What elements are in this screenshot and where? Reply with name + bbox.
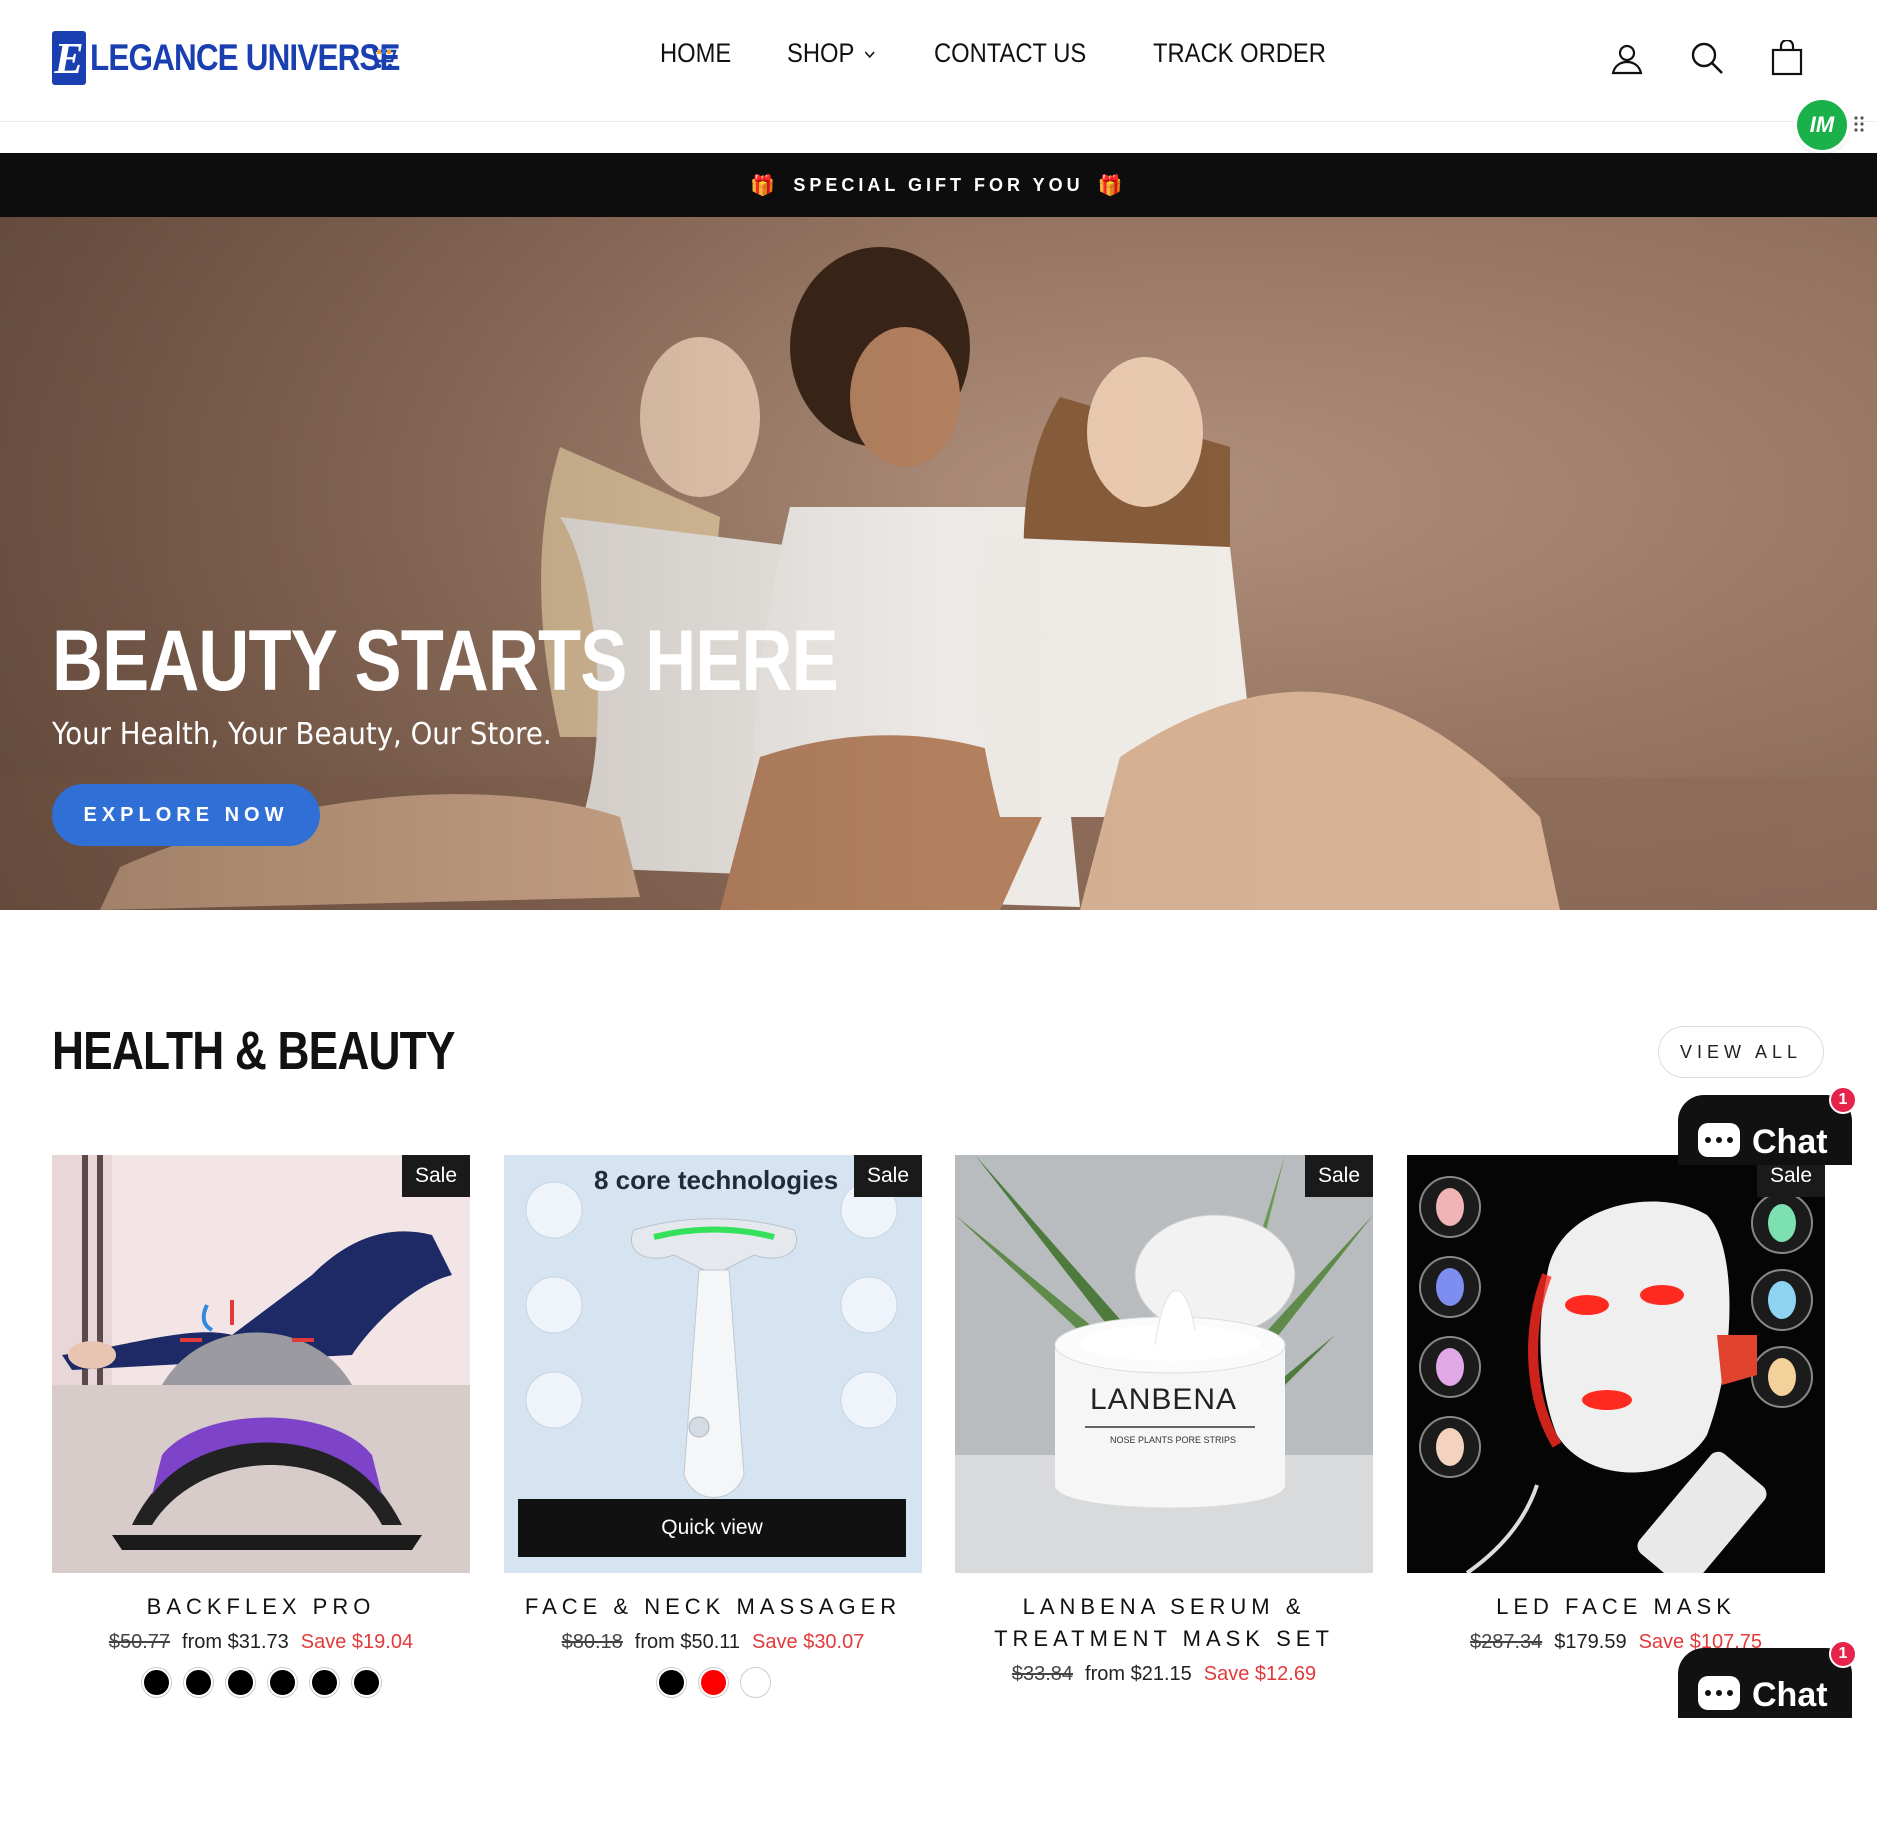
logo-mark: E	[52, 31, 86, 85]
header-icons	[1609, 40, 1805, 76]
jar-subtext: NOSE PLANTS PORE STRIPS	[1110, 1435, 1237, 1445]
explore-now-button[interactable]: EXPLORE NOW	[52, 784, 320, 846]
nav-home[interactable]: HOME	[660, 38, 731, 69]
chat-label: Chat	[1752, 1676, 1828, 1714]
led-mask-image	[1407, 1155, 1825, 1573]
product-name[interactable]: BACKFLEX PRO	[52, 1591, 470, 1623]
color-swatches	[504, 1668, 922, 1697]
nav-track-order[interactable]: TRACK ORDER	[1153, 38, 1326, 69]
chat-button[interactable]: Chat	[1678, 1648, 1852, 1718]
drag-handle-icon[interactable]	[1853, 113, 1865, 135]
announcement-text: SPECIAL GIFT FOR YOU	[793, 174, 1084, 195]
product-image[interactable]: 8 core technologies Sale Quick view	[504, 1155, 922, 1573]
save-amount: Save $12.69	[1203, 1663, 1317, 1685]
site-header: E LEGANCE UNIVERSE HOME SHOP CONTACT US …	[0, 0, 1877, 122]
logo-text: LEGANCE UNIVERSE	[90, 37, 401, 78]
nav-shop[interactable]: SHOP	[787, 38, 875, 69]
product-price: $33.84 from $21.15 Save $12.69	[955, 1663, 1373, 1686]
chat-unread-badge: 1	[1829, 1086, 1857, 1114]
product-name[interactable]: LANBENA SERUM & TREATMENT MASK SET	[955, 1591, 1373, 1655]
product-name[interactable]: LED FACE MASK	[1407, 1591, 1825, 1623]
color-swatch[interactable]	[351, 1668, 381, 1697]
jar-brand: LANBENA	[1090, 1383, 1238, 1416]
chat-button[interactable]: Chat	[1678, 1095, 1852, 1165]
sale-price: from $21.15	[1085, 1663, 1192, 1685]
color-swatch[interactable]	[267, 1668, 297, 1697]
im-app-badge[interactable]: IM	[1797, 100, 1847, 150]
site-logo[interactable]: E LEGANCE UNIVERSE	[52, 30, 454, 86]
color-swatch[interactable]	[225, 1668, 255, 1697]
color-swatch[interactable]	[141, 1668, 171, 1697]
product-card[interactable]: Sale BACKFLEX PRO $50.77 from $31.73 Save …	[52, 1155, 470, 1697]
color-swatch[interactable]	[183, 1668, 213, 1697]
original-price: $287.34	[1469, 1631, 1543, 1653]
backflex-image	[52, 1155, 470, 1573]
color-swatch[interactable]	[656, 1668, 686, 1697]
hero-title: BEAUTY STARTS HERE	[52, 613, 839, 709]
section-title: HEALTH & BEAUTY	[52, 1021, 455, 1081]
announcement-bar[interactable]: 🎁 SPECIAL GIFT FOR YOU 🎁	[0, 153, 1877, 217]
hero-subtitle: Your Health, Your Beauty, Our Store.	[52, 717, 552, 752]
product-image[interactable]: Sale	[1407, 1155, 1825, 1573]
logo-cart-icon	[368, 45, 397, 69]
original-price: $50.77	[108, 1631, 171, 1653]
cart-icon[interactable]	[1769, 40, 1805, 76]
image-heading: 8 core technologies	[594, 1165, 839, 1195]
original-price: $80.18	[561, 1631, 623, 1653]
sale-badge: Sale	[853, 1155, 922, 1197]
product-image[interactable]: Sale	[52, 1155, 470, 1573]
color-swatch[interactable]	[740, 1668, 770, 1697]
chat-icon	[1698, 1123, 1740, 1157]
product-price: $50.77 from $31.73 Save $19.04	[52, 1631, 470, 1654]
color-swatch[interactable]	[309, 1668, 339, 1697]
color-swatch[interactable]	[698, 1668, 728, 1697]
original-price: $33.84	[1011, 1663, 1074, 1685]
sale-badge: Sale	[1304, 1155, 1373, 1197]
product-price: $80.18 from $50.11 Save $30.07	[504, 1631, 922, 1654]
chevron-down-icon	[864, 50, 875, 58]
view-all-button[interactable]: VIEW ALL	[1658, 1026, 1824, 1078]
lanbena-image	[955, 1155, 1373, 1573]
product-name[interactable]: FACE & NECK MASSAGER	[504, 1591, 922, 1623]
chat-label: Chat	[1752, 1123, 1828, 1161]
main-nav: HOME SHOP CONTACT US TRACK ORDER	[660, 38, 1349, 69]
chat-icon	[1698, 1676, 1740, 1710]
account-icon[interactable]	[1609, 40, 1645, 76]
product-image[interactable]: LANBENA NOSE PLANTS PORE STRIPS Sale	[955, 1155, 1373, 1573]
sale-price: $179.59	[1554, 1631, 1627, 1653]
product-card[interactable]: 8 core technologies Sale Quick view FACE…	[504, 1155, 922, 1697]
quick-view-button[interactable]: Quick view	[518, 1499, 906, 1557]
product-card[interactable]: LANBENA NOSE PLANTS PORE STRIPS Sale LAN…	[955, 1155, 1373, 1686]
hero-banner: BEAUTY STARTS HERE Your Health, Your Bea…	[0, 217, 1877, 910]
sale-badge: Sale	[401, 1155, 470, 1197]
gift-icon: 🎁	[750, 174, 780, 197]
color-swatches	[52, 1668, 470, 1697]
gift-icon: 🎁	[1097, 174, 1127, 197]
product-card[interactable]: Sale LED FACE MASK $287.34 $179.59 Save $1…	[1407, 1155, 1825, 1654]
sale-price: from $31.73	[182, 1631, 289, 1653]
save-amount: Save $19.04	[300, 1631, 414, 1653]
search-icon[interactable]	[1689, 40, 1725, 76]
sale-price: from $50.11	[634, 1631, 741, 1653]
save-amount: Save $30.07	[752, 1631, 865, 1653]
nav-contact-us[interactable]: CONTACT US	[934, 38, 1086, 69]
chat-unread-badge: 1	[1829, 1640, 1857, 1668]
